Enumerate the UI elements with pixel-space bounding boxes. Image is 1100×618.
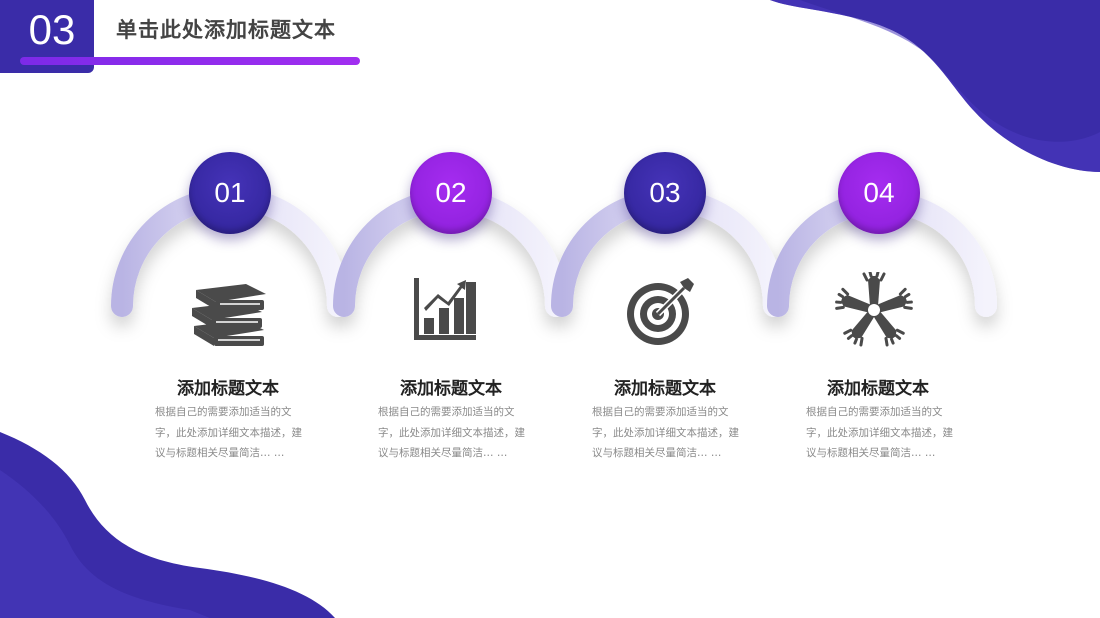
step-description-1[interactable]: 根据自己的需要添加适当的文字，此处添加详细文本描述，建议与标题相关尽量简洁… …	[155, 402, 307, 464]
step-title-3[interactable]: 添加标题文本	[565, 378, 765, 400]
step-description-4[interactable]: 根据自己的需要添加适当的文字，此处添加详细文本描述，建议与标题相关尽量简洁… …	[806, 402, 958, 464]
step-description-3[interactable]: 根据自己的需要添加适当的文字，此处添加详细文本描述，建议与标题相关尽量简洁… …	[592, 402, 744, 464]
step-number-badge-4: 04	[838, 152, 920, 234]
process-arcs	[111, 187, 997, 317]
step-description-2[interactable]: 根据自己的需要添加适当的文字，此处添加详细文本描述，建议与标题相关尽量简洁… …	[378, 402, 530, 464]
target-icon	[627, 278, 694, 345]
step-title-2[interactable]: 添加标题文本	[351, 378, 551, 400]
step-number-badge-1: 01	[189, 152, 271, 234]
step-number-badge-2: 02	[410, 152, 492, 234]
step-number-badge-3: 03	[624, 152, 706, 234]
teamwork-hands-icon	[835, 272, 913, 347]
step-title-4[interactable]: 添加标题文本	[778, 378, 978, 400]
books-icon	[192, 284, 266, 346]
step-title-1[interactable]: 添加标题文本	[128, 378, 328, 400]
slide: 03 单击此处添加标题文本 01 添加标题文本 根据自己的需要添加适当的文字，此…	[0, 0, 1100, 618]
bar-chart-icon	[414, 278, 476, 340]
